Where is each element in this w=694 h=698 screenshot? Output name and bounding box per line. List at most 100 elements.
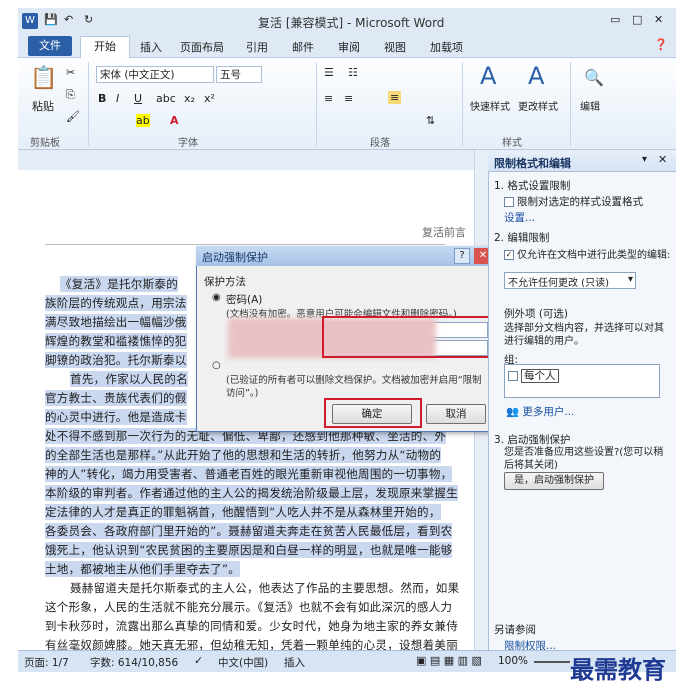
document-line[interactable]: 神的人”转化，竭力用受害者、普通老百姓的眼光重新审视他周围的一切事物， xyxy=(45,466,453,482)
document-line[interactable]: 辉煌的教堂和褴褛憔悴的犯 xyxy=(45,333,187,349)
change-styles-icon[interactable]: A xyxy=(528,62,544,90)
clipboard-group-label: 剪贴板 xyxy=(30,138,60,149)
format-painter-icon[interactable]: 🖌 xyxy=(66,110,80,123)
save-icon[interactable]: 💾 xyxy=(44,13,58,26)
strikethrough-icon[interactable]: abc xyxy=(156,92,176,105)
tab-insert[interactable]: 插入 xyxy=(140,39,162,55)
paste-button[interactable]: 粘贴 xyxy=(32,98,54,114)
quick-styles-button[interactable]: 快速样式 xyxy=(470,98,510,113)
settings-link[interactable]: 设置... xyxy=(504,210,535,225)
font-group-label: 字体 xyxy=(178,138,198,149)
tab-references[interactable]: 引用 xyxy=(246,39,268,55)
minimize-icon[interactable]: ▭ xyxy=(610,13,620,26)
section-3-desc: 您是否准备应用这些设置?(您可以稍后将其关闭) xyxy=(504,447,664,471)
tab-view[interactable]: 视图 xyxy=(384,39,406,55)
align-left-icon[interactable]: ≡ xyxy=(324,92,333,105)
start-enforcement-button[interactable]: 是，启动强制保护 xyxy=(504,472,604,490)
document-line[interactable]: 首先，作家以人民的名 xyxy=(70,371,188,387)
document-line[interactable]: 《复活》是托尔斯泰的 xyxy=(60,276,178,292)
tab-addins[interactable]: 加载项 xyxy=(430,39,463,55)
tab-mailings[interactable]: 邮件 xyxy=(292,39,314,55)
help-icon[interactable]: ❓ xyxy=(654,38,668,51)
superscript-icon[interactable]: x² xyxy=(204,92,215,105)
document-line[interactable]: 这个形象，人民的生活就不能充分展示。《复活》也就不会有如此深沉的感人力 xyxy=(45,599,452,615)
zoom-slider[interactable] xyxy=(534,661,570,663)
document-line[interactable]: 聂赫留道夫是托尔斯泰式的主人公，他表达了作品的主要思想。然而，如果 xyxy=(70,580,459,596)
dialog-help-icon[interactable]: ? xyxy=(454,248,470,264)
title-bar: W 💾 ↶ ↻ 复活 [兼容模式] - Microsoft Word ▭ □ ✕ xyxy=(18,8,676,34)
sort-icon[interactable]: ⇅ xyxy=(426,114,435,127)
subscript-icon[interactable]: x₂ xyxy=(184,92,195,105)
highlight-icon[interactable]: ab xyxy=(136,114,150,127)
bullets-icon[interactable]: ☰ xyxy=(324,66,334,79)
font-name-select[interactable]: 宋体 (中文正文) xyxy=(96,66,214,83)
quick-styles-icon[interactable]: A xyxy=(480,62,496,90)
view-buttons[interactable]: ▣ ▤ ▦ ▥ ▧ xyxy=(416,654,482,667)
dialog-title: 启动强制保护 xyxy=(202,251,268,264)
close-icon[interactable]: ✕ xyxy=(654,13,663,26)
restrict-editing-pane xyxy=(488,150,676,650)
insert-mode[interactable]: 插入 xyxy=(284,655,305,670)
numbering-icon[interactable]: ☷ xyxy=(348,66,358,79)
document-line[interactable]: 的全部生活也是那样。”从此开始了他的思想和生活的转折，他努力从“动物的 xyxy=(45,447,442,463)
everyone-check[interactable]: 每个人 xyxy=(508,368,559,383)
ribbon: 📋 粘贴 ✂ ⎘ 🖌 剪贴板 宋体 (中文正文) 五号 B I U abc x₂… xyxy=(18,58,676,150)
zoom-level[interactable]: 100% xyxy=(498,655,528,667)
document-line[interactable]: 官方教士、贵族代表们的假 xyxy=(45,390,187,406)
pane-menu-icon[interactable]: ▾ xyxy=(642,154,647,165)
font-size-select[interactable]: 五号 xyxy=(216,66,262,83)
section-3: 3. 启动强制保护 xyxy=(494,434,571,446)
document-line[interactable]: 族阶层的传统观点，用宗法 xyxy=(45,295,187,311)
page-count[interactable]: 页面: 1/7 xyxy=(24,655,69,670)
password-radio[interactable]: ◉ xyxy=(212,292,221,303)
editing-type-select[interactable]: 不允许任何更改 (只读) ▾ xyxy=(504,272,636,289)
redo-icon[interactable]: ↻ xyxy=(84,13,93,26)
cancel-button[interactable]: 取消 xyxy=(426,404,486,424)
format-restrict-check[interactable]: 限制对选定的样式设置格式 xyxy=(504,194,643,209)
document-line[interactable]: 定法律的人才是真正的罪魁祸首，他醒悟到“人吃人并不是从森林里开始的， xyxy=(45,504,441,520)
tab-review[interactable]: 审阅 xyxy=(338,39,360,55)
document-line[interactable]: 各委员会、各政府部门里开始的”。聂赫留道夫奔走在贫苦人民最低层，看到农 xyxy=(45,523,453,539)
cut-icon[interactable]: ✂ xyxy=(66,66,75,79)
ribbon-tabs: 文件 开始 插入 页面布局 引用 邮件 审阅 视图 加载项 ❓ xyxy=(18,34,676,58)
undo-icon[interactable]: ↶ xyxy=(64,13,73,26)
font-color-icon[interactable]: A xyxy=(170,114,179,127)
find-icon[interactable]: 🔍 xyxy=(584,68,604,87)
document-top-band xyxy=(18,150,488,170)
align-center-icon[interactable]: ≡ xyxy=(344,92,353,105)
exceptions-label: 例外项 (可选) xyxy=(504,308,569,320)
justify-icon[interactable]: ≡ xyxy=(388,91,402,104)
copy-icon[interactable]: ⎘ xyxy=(66,88,75,102)
page-header-text: 复活前言 xyxy=(422,226,466,239)
document-line[interactable]: 脚镣的政治犯。托尔斯泰以 xyxy=(45,352,187,368)
change-styles-button[interactable]: 更改样式 xyxy=(518,98,558,113)
users-icon: 👥 xyxy=(506,406,523,418)
auth-radio[interactable]: ○ xyxy=(212,360,221,371)
maximize-icon[interactable]: □ xyxy=(632,13,642,26)
paste-icon[interactable]: 📋 xyxy=(30,66,57,91)
section-2: 2. 编辑限制 xyxy=(494,232,550,244)
document-line[interactable]: 满尽致地描绘出一幅幅沙俄 xyxy=(45,314,187,330)
word-icon[interactable]: W xyxy=(22,13,38,29)
editing-button[interactable]: 编辑 xyxy=(580,98,600,113)
watermark: 最需教育 xyxy=(570,655,666,684)
document-line[interactable]: 到卡秋莎时，流露出那么真挚的同情和爱。少女时代，她身为地主家的养女兼侍 xyxy=(45,618,458,634)
tab-page-layout[interactable]: 页面布局 xyxy=(180,39,224,55)
pane-close-icon[interactable]: ✕ xyxy=(658,153,667,166)
document-line[interactable]: 的心灵中进行。他是造成卡 xyxy=(45,409,187,425)
underline-icon[interactable]: U xyxy=(134,92,142,105)
language[interactable]: 中文(中国) xyxy=(218,655,268,670)
checkbox-icon xyxy=(508,371,518,381)
document-line[interactable]: 土地，都被地主从他们手里夺去了”。 xyxy=(45,561,241,577)
pane-title: 限制格式和编辑 xyxy=(494,157,571,170)
word-count[interactable]: 字数: 614/10,856 xyxy=(90,655,178,670)
document-line[interactable]: 本阶级的审判者。作者通过他的主人公的揭发统治阶级最上层，发现原来掌握生 xyxy=(45,485,458,501)
spelling-icon[interactable]: ✓ xyxy=(194,654,203,667)
italic-icon[interactable]: I xyxy=(116,92,119,105)
bold-icon[interactable]: B xyxy=(98,92,106,105)
document-line[interactable]: 饿死上，他认识到“农民贫困的主要原因是和白昼一样的明显，也就是唯一能够 xyxy=(45,542,453,558)
tab-file[interactable]: 文件 xyxy=(28,36,72,56)
tab-home[interactable]: 开始 xyxy=(80,36,130,58)
more-users-link[interactable]: 👥 更多用户... xyxy=(506,404,574,419)
editing-restrict-check[interactable]: ✓ 仅允许在文档中进行此类型的编辑: xyxy=(504,246,670,261)
